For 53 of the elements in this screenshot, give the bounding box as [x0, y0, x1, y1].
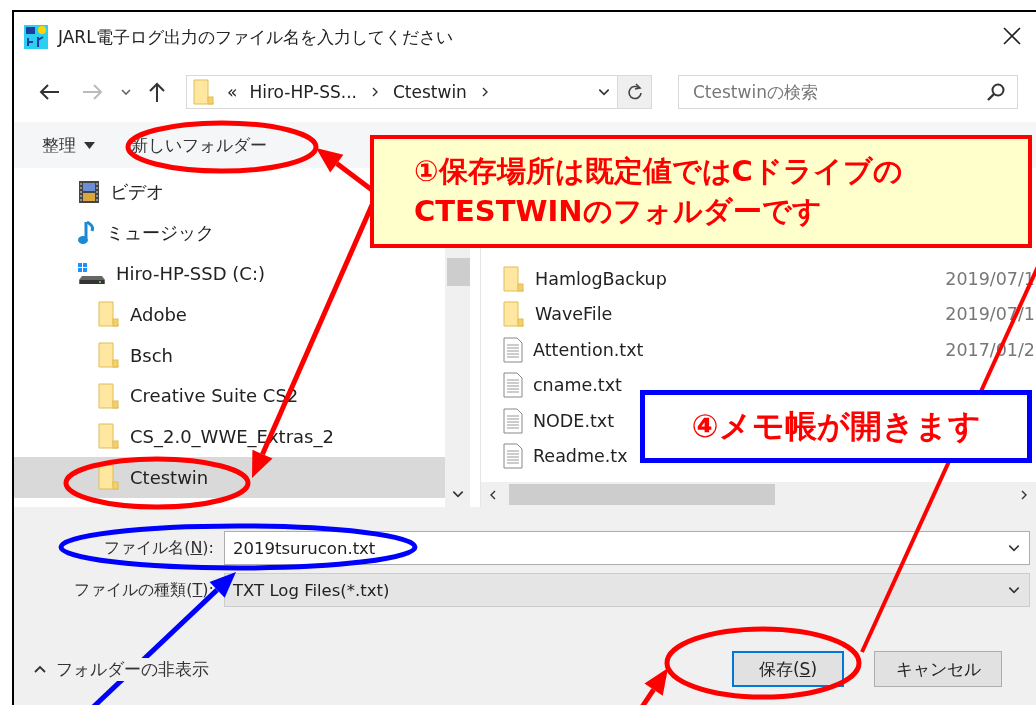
chevron-up-icon	[34, 665, 46, 673]
save-button[interactable]: 保存(S)	[732, 651, 844, 687]
cancel-button[interactable]: キャンセル	[874, 651, 1002, 687]
field-label: ファイル名(N):	[103, 537, 215, 559]
folder-icon	[98, 301, 120, 328]
folder-icon	[193, 79, 215, 105]
file-name-field[interactable]: 2019tsurucon.txt	[224, 531, 1030, 565]
music-note-icon	[78, 220, 96, 247]
folder-icon	[98, 342, 120, 369]
nav-item[interactable]: ビデオ	[78, 180, 164, 205]
text-file-icon	[503, 336, 523, 363]
file-item[interactable]: Readme.tx	[503, 443, 628, 470]
callout-text: ①保存場所は既定値ではCドライブの	[414, 153, 904, 190]
overflow-crumb[interactable]: «	[227, 82, 238, 102]
scrollbar-thumb[interactable]	[509, 484, 775, 505]
file-type-dropdown[interactable]: TXT Log Files(*.txt)	[224, 573, 1030, 607]
nav-item[interactable]: ミュージック	[78, 220, 214, 247]
drive-icon	[78, 262, 106, 285]
film-icon	[78, 180, 100, 205]
callout-text: ④メモ帳が開きます	[691, 405, 981, 447]
caret-icon	[84, 141, 95, 149]
folder-icon	[98, 464, 120, 491]
nav-item[interactable]: Adobe	[98, 301, 187, 328]
file-item[interactable]: NODE.txt	[503, 407, 615, 434]
refresh-button[interactable]	[618, 75, 652, 109]
search-field[interactable]: Ctestwinの検索	[678, 75, 1018, 109]
recent-dropdown[interactable]	[120, 86, 132, 98]
scrollbar-thumb[interactable]	[447, 258, 470, 286]
nav-item[interactable]: Bsch	[98, 342, 174, 369]
nav-item[interactable]: Hiro-HP-SSD (C:)	[78, 262, 265, 285]
text-file-icon	[503, 407, 523, 434]
text-file-icon	[503, 443, 523, 470]
text-file-icon	[503, 372, 523, 399]
organize-menu[interactable]: 整理	[42, 133, 95, 157]
nav-item[interactable]: Ctestwin	[98, 464, 209, 491]
address-bar[interactable]: « Hiro-HP-SS... Ctestwin	[186, 75, 618, 109]
breadcrumb[interactable]: Ctestwin	[392, 82, 467, 102]
window-title: JARL電子ログ出力のファイル名を入力してください	[58, 25, 454, 49]
hide-folders-button[interactable]: フォルダーの非表示	[34, 657, 209, 681]
file-item[interactable]: WaveFile	[503, 301, 613, 328]
refresh-icon	[626, 83, 643, 101]
app-icon	[24, 25, 48, 49]
folder-icon	[503, 301, 525, 328]
search-icon	[986, 82, 1006, 102]
folder-icon	[98, 423, 120, 450]
file-item[interactable]: HamlogBackup	[503, 265, 667, 292]
file-item[interactable]: cname.txt	[503, 372, 622, 399]
breadcrumb[interactable]: Hiro-HP-SS...	[249, 82, 357, 102]
file-item[interactable]: Attention.txt	[503, 336, 644, 363]
scrollbar[interactable]	[481, 482, 1036, 507]
folder-icon	[503, 265, 525, 292]
callout-text: CTESTWINのフォルダーです	[414, 193, 823, 230]
folder-icon	[98, 382, 120, 409]
